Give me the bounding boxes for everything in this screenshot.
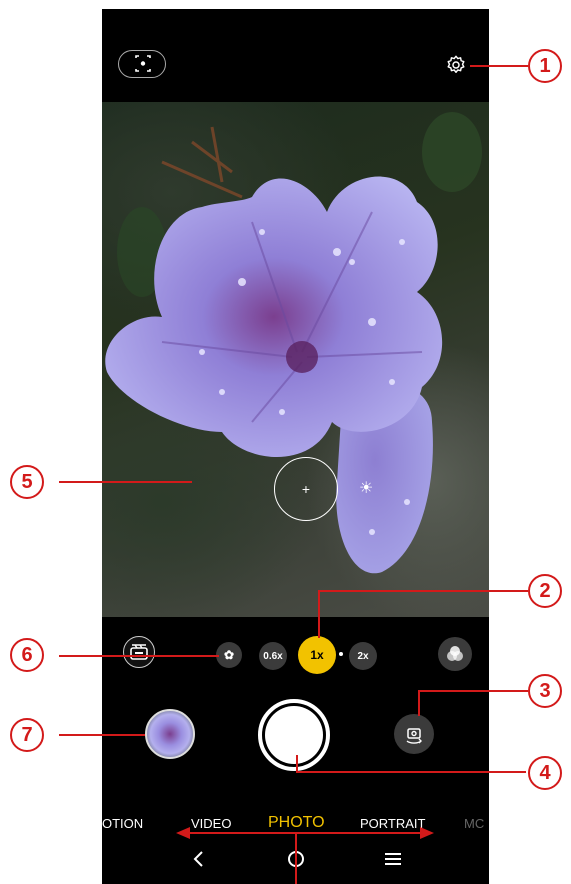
gallery-thumbnail[interactable]: [145, 709, 195, 759]
switch-camera-icon: [406, 728, 422, 744]
flower-icon: ✿: [223, 648, 235, 662]
scan-icon: [135, 55, 151, 72]
zoom-label: 2x: [357, 650, 369, 662]
zoom-0.6x-button[interactable]: 0.6x: [259, 642, 287, 670]
filter-circles-icon: [447, 646, 463, 661]
zoom-1x-button[interactable]: 1x: [298, 636, 336, 674]
zoom-dot: [339, 652, 343, 656]
callout-line-5: [59, 481, 192, 483]
mode-select-button[interactable]: [123, 636, 155, 668]
mode-photo[interactable]: PHOTO: [268, 814, 325, 832]
callout-line-2: [318, 590, 528, 592]
video-slate-icon: [130, 644, 148, 660]
callout-line-7: [59, 734, 145, 736]
callout-line-2b: [318, 590, 320, 638]
callout-3: 3: [528, 674, 562, 708]
macro-button[interactable]: ✿: [216, 642, 242, 668]
scan-button[interactable]: [118, 50, 166, 78]
flower-image: [105, 112, 482, 574]
brightness-icon[interactable]: ☀: [359, 478, 373, 498]
mode-more[interactable]: MC: [464, 816, 484, 831]
callout-4: 4: [528, 756, 562, 790]
callout-line-1: [470, 65, 528, 67]
gear-icon: [447, 55, 465, 73]
viewfinder[interactable]: + ☀: [102, 102, 489, 617]
mode-motion[interactable]: OTION: [102, 816, 143, 831]
callout-line-3b: [418, 690, 420, 716]
callout-line-4: [296, 771, 526, 773]
callout-1: 1: [528, 49, 562, 83]
zoom-label: 0.6x: [263, 650, 283, 662]
settings-button[interactable]: [445, 54, 467, 76]
callout-line-3: [418, 690, 528, 692]
focus-ring[interactable]: +: [274, 457, 338, 521]
back-chevron-icon[interactable]: [192, 850, 206, 868]
callout-6: 6: [10, 638, 44, 672]
mode-portrait[interactable]: PORTRAIT: [360, 816, 426, 831]
menu-icon[interactable]: [384, 852, 402, 866]
arrow-right-icon: [420, 827, 434, 839]
mode-video[interactable]: VIDEO: [191, 816, 231, 831]
switch-camera-button[interactable]: [394, 714, 434, 754]
callout-2: 2: [528, 574, 562, 608]
zoom-label: 1x: [310, 648, 324, 662]
callout-5: 5: [10, 465, 44, 499]
callout-line-6: [59, 655, 219, 657]
shutter-inner: [265, 706, 323, 764]
filters-button[interactable]: [438, 637, 472, 671]
callout-7: 7: [10, 718, 44, 752]
mode-swipe-stem: [295, 832, 297, 884]
zoom-2x-button[interactable]: 2x: [349, 642, 377, 670]
camera-screen: + ☀ ✿ 0.6x 1x 2x OTION VIDEO PHOTO PORTR…: [102, 9, 489, 884]
arrow-left-icon: [176, 827, 190, 839]
shutter-button[interactable]: [258, 699, 330, 771]
callout-line-4b: [296, 755, 298, 773]
mode-swipe-line: [185, 832, 425, 834]
